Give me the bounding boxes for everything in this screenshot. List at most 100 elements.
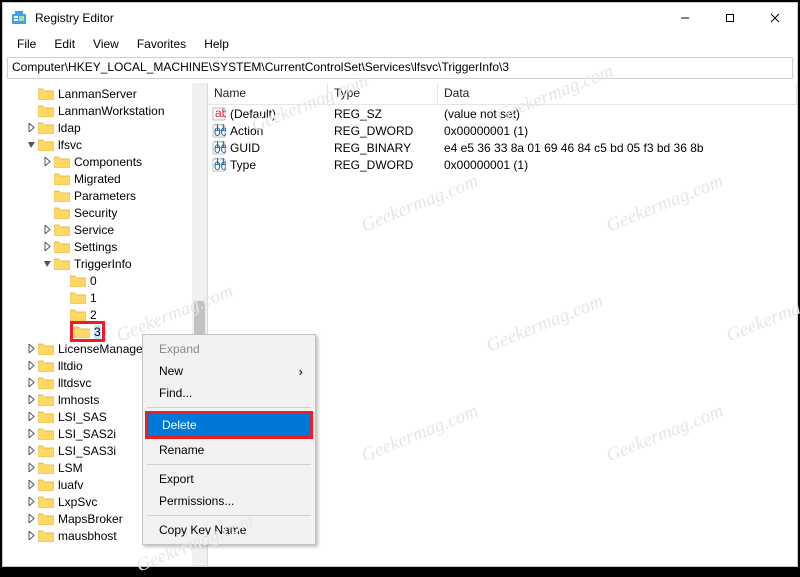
svg-text:001: 001 [214, 125, 226, 138]
tree-item[interactable]: TriggerInfo [3, 255, 207, 272]
folder-icon [38, 104, 54, 117]
column-data[interactable]: Data [438, 83, 797, 104]
value-type: REG_BINARY [328, 141, 438, 155]
value-data: 0x00000001 (1) [438, 124, 797, 138]
tree-item[interactable]: LanmanWorkstation [3, 102, 207, 119]
tree-item[interactable]: 2 [3, 306, 207, 323]
value-name: GUID [230, 141, 260, 155]
list-header[interactable]: Name Type Data [208, 83, 797, 105]
tree-item-label: 0 [90, 274, 97, 288]
ctx-delete-highlight: Delete [145, 411, 313, 439]
chevron-right-icon[interactable] [25, 479, 37, 491]
tree-item-label: Parameters [74, 189, 136, 203]
folder-icon [38, 529, 54, 542]
ctx-find[interactable]: Find... [145, 382, 313, 404]
menu-favorites[interactable]: Favorites [129, 35, 194, 53]
binary-value-icon: 110001 [212, 141, 226, 155]
tree-item-label: lltdio [58, 359, 83, 373]
value-type: REG_SZ [328, 107, 438, 121]
menu-help[interactable]: Help [196, 35, 237, 53]
tree-item-label: Migrated [74, 172, 121, 186]
chevron-right-icon[interactable] [25, 445, 37, 457]
chevron-down-icon[interactable] [25, 139, 37, 151]
folder-icon [70, 274, 86, 287]
menu-file[interactable]: File [9, 35, 44, 53]
tree-item[interactable]: 0 [3, 272, 207, 289]
chevron-right-icon[interactable] [25, 462, 37, 474]
chevron-right-icon[interactable] [25, 377, 37, 389]
folder-icon [38, 121, 54, 134]
tree-item[interactable]: Migrated [3, 170, 207, 187]
chevron-right-icon[interactable] [25, 360, 37, 372]
chevron-right-icon[interactable] [41, 156, 53, 168]
tree-item[interactable]: lfsvc [3, 136, 207, 153]
tree-item[interactable]: Security [3, 204, 207, 221]
ctx-new[interactable]: New [145, 360, 313, 382]
svg-text:001: 001 [214, 142, 226, 155]
ctx-delete[interactable]: Delete [148, 414, 310, 436]
address-bar[interactable]: Computer\HKEY_LOCAL_MACHINE\SYSTEM\Curre… [7, 57, 793, 79]
chevron-right-icon[interactable] [25, 343, 37, 355]
tree-item[interactable]: ldap [3, 119, 207, 136]
content-area: LanmanServerLanmanWorkstationldaplfsvcCo… [3, 83, 797, 566]
chevron-down-icon[interactable] [41, 258, 53, 270]
chevron-right-icon[interactable] [25, 428, 37, 440]
tree-item-label: Security [74, 206, 117, 220]
binary-value-icon: 110001 [212, 124, 226, 138]
tree-item-label: LSI_SAS2i [58, 427, 116, 441]
tree-item[interactable]: Settings [3, 238, 207, 255]
tree-item-label: lfsvc [58, 138, 82, 152]
toggle-placeholder [57, 326, 69, 338]
tree-item-label: MapsBroker [58, 512, 123, 526]
value-row[interactable]: 110001GUIDREG_BINARYe4 e5 36 33 8a 01 69… [208, 139, 797, 156]
menu-edit[interactable]: Edit [46, 35, 83, 53]
folder-icon [38, 461, 54, 474]
menu-view[interactable]: View [85, 35, 127, 53]
value-row[interactable]: 110001ActionREG_DWORD0x00000001 (1) [208, 122, 797, 139]
tree-item[interactable]: LanmanServer [3, 85, 207, 102]
tree-item[interactable]: Parameters [3, 187, 207, 204]
folder-icon [38, 427, 54, 440]
ctx-export[interactable]: Export [145, 468, 313, 490]
value-name: Type [230, 158, 256, 172]
column-type[interactable]: Type [328, 83, 438, 104]
value-row[interactable]: 110001TypeREG_DWORD0x00000001 (1) [208, 156, 797, 173]
tree-item-label: LxpSvc [58, 495, 97, 509]
ctx-rename[interactable]: Rename [145, 439, 313, 461]
value-row[interactable]: ab(Default)REG_SZ(value not set) [208, 105, 797, 122]
maximize-button[interactable] [707, 3, 752, 33]
svg-text:001: 001 [214, 159, 226, 172]
value-type: REG_DWORD [328, 158, 438, 172]
column-name[interactable]: Name [208, 83, 328, 104]
chevron-right-icon[interactable] [41, 224, 53, 236]
folder-icon [38, 87, 54, 100]
tree-item[interactable]: 1 [3, 289, 207, 306]
tree-item-label: mausbhost [58, 529, 117, 543]
titlebar[interactable]: Registry Editor [3, 3, 797, 33]
folder-icon [38, 512, 54, 525]
tree-item-label: Service [74, 223, 114, 237]
chevron-right-icon[interactable] [41, 241, 53, 253]
minimize-button[interactable] [662, 3, 707, 33]
toggle-placeholder [41, 190, 53, 202]
folder-icon [54, 257, 70, 270]
tree-item-label: Settings [74, 240, 117, 254]
chevron-right-icon[interactable] [25, 530, 37, 542]
chevron-right-icon[interactable] [25, 122, 37, 134]
tree-item[interactable]: Service [3, 221, 207, 238]
folder-icon [38, 342, 54, 355]
ctx-separator [147, 464, 311, 465]
chevron-right-icon[interactable] [25, 411, 37, 423]
folder-icon [70, 291, 86, 304]
close-button[interactable] [752, 3, 797, 33]
chevron-right-icon[interactable] [25, 513, 37, 525]
tree-item-label: LSM [58, 461, 83, 475]
tree-item[interactable]: Components [3, 153, 207, 170]
ctx-copy-key-name[interactable]: Copy Key Name [145, 519, 313, 541]
ctx-permissions[interactable]: Permissions... [145, 490, 313, 512]
chevron-right-icon[interactable] [25, 496, 37, 508]
chevron-right-icon[interactable] [25, 394, 37, 406]
tree-item-label: LicenseManager [58, 342, 147, 356]
tree-item-label: lltdsvc [58, 376, 91, 390]
folder-icon [70, 308, 86, 321]
